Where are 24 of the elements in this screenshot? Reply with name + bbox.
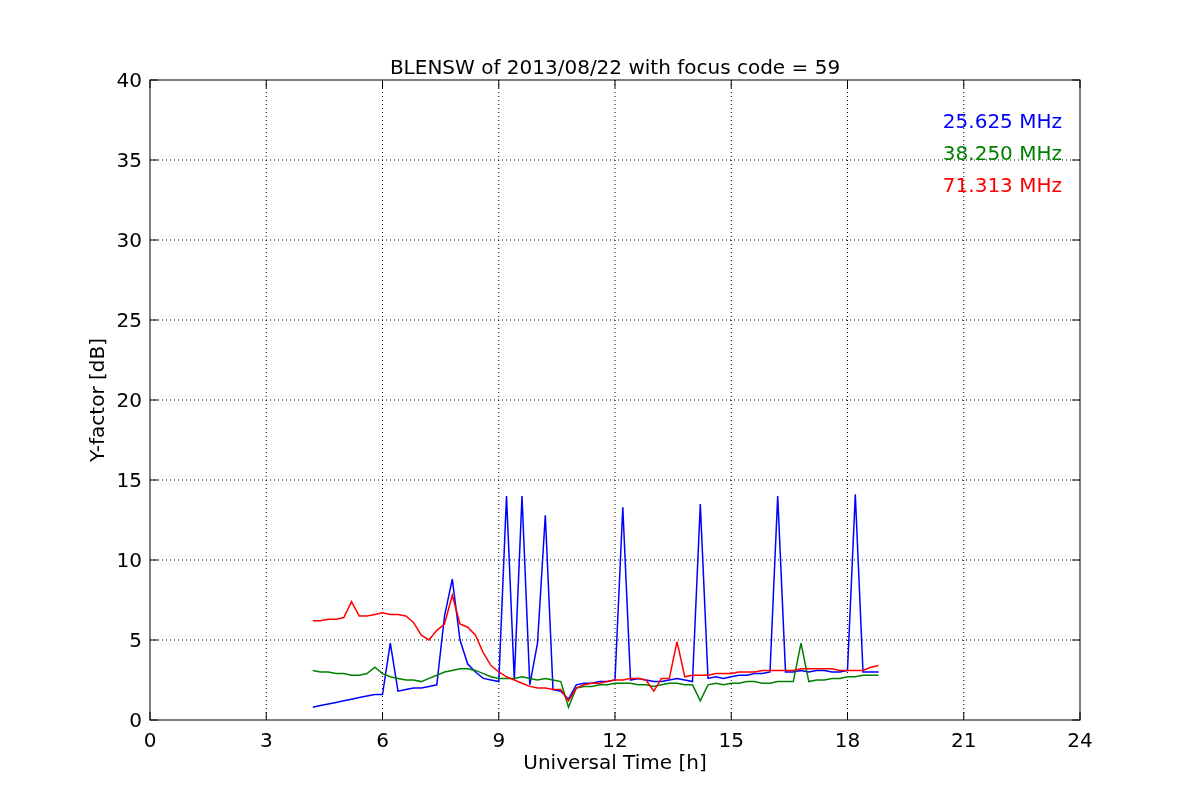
tick-label: 35 xyxy=(116,148,142,172)
y-axis-label: Y-factor [dB] xyxy=(85,338,109,462)
x-axis-label: Universal Time [h] xyxy=(523,750,707,774)
tick-label: 9 xyxy=(492,728,506,752)
tick-label: 3 xyxy=(259,728,273,752)
tick-label: 21 xyxy=(951,728,977,752)
tick-label: 15 xyxy=(718,728,744,752)
tick-label: 30 xyxy=(116,228,142,252)
tick-label: 12 xyxy=(602,728,628,752)
legend-label: 71.313 MHz xyxy=(942,173,1062,197)
tick-label: 24 xyxy=(1067,728,1093,752)
tick-label: 6 xyxy=(376,728,389,752)
tick-label: 20 xyxy=(116,388,142,412)
tick-label: 40 xyxy=(116,68,142,92)
tick-label: 15 xyxy=(116,468,142,492)
legend-label: 38.250 MHz xyxy=(942,141,1062,165)
tick-label: 5 xyxy=(129,628,142,652)
tick-label: 25 xyxy=(116,308,142,332)
tick-label: 18 xyxy=(834,728,861,752)
tick-label: 0 xyxy=(129,708,142,732)
tick-label: 0 xyxy=(143,728,157,752)
tick-label: 10 xyxy=(116,548,142,572)
legend-label: 25.625 MHz xyxy=(942,109,1062,133)
chart-title: BLENSW of 2013/08/22 with focus code = 59 xyxy=(389,55,841,79)
